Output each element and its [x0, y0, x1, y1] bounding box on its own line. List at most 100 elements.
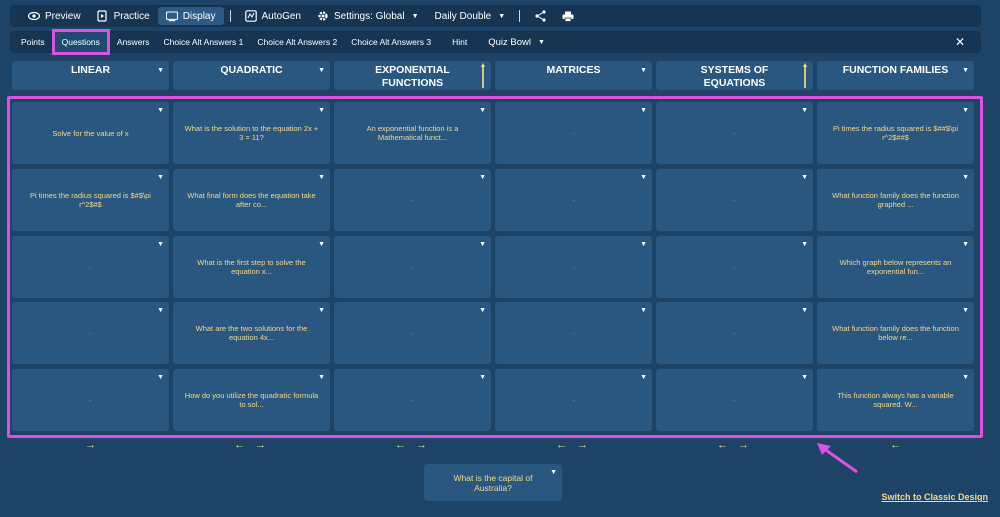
question-card[interactable]: An exponential function is a Mathematica…: [334, 102, 491, 164]
chevron-down-icon[interactable]: ▼: [962, 173, 969, 182]
tab-points[interactable]: Points: [14, 31, 52, 53]
chevron-down-icon[interactable]: ▼: [801, 173, 808, 182]
chevron-down-icon[interactable]: ▼: [479, 106, 486, 115]
question-card[interactable]: Pi times the radius squared is $#$\pi r^…: [12, 169, 169, 231]
arrow-left-icon[interactable]: ←: [890, 439, 901, 453]
question-card[interactable]: - ▼: [495, 169, 652, 231]
chevron-down-icon[interactable]: ▼: [318, 106, 325, 115]
chevron-down-icon[interactable]: ▼: [157, 173, 164, 182]
chevron-down-icon[interactable]: ▼: [962, 373, 969, 382]
question-card[interactable]: - ▼: [495, 102, 652, 164]
chevron-down-icon[interactable]: ▼: [318, 240, 325, 249]
chevron-down-icon[interactable]: ▼: [479, 373, 486, 382]
column-header-exponential[interactable]: EXPONENTIAL FUNCTIONS: [334, 61, 491, 90]
arrow-up-icon[interactable]: [481, 63, 485, 88]
chevron-down-icon[interactable]: ▼: [479, 173, 486, 182]
practice-button[interactable]: Practice: [89, 7, 158, 25]
tab-answers[interactable]: Answers: [110, 31, 157, 53]
chevron-down-icon[interactable]: ▼: [157, 306, 164, 315]
switch-to-classic-link[interactable]: Switch to Classic Design: [881, 492, 988, 502]
question-card[interactable]: Solve for the value of x ▼: [12, 102, 169, 164]
chevron-down-icon[interactable]: ▼: [801, 106, 808, 115]
question-card[interactable]: What function family does the function g…: [817, 169, 974, 231]
chevron-down-icon[interactable]: ▼: [640, 64, 647, 77]
arrow-right-icon[interactable]: →: [416, 439, 427, 453]
chevron-down-icon[interactable]: ▼: [318, 173, 325, 182]
question-card[interactable]: - ▼: [656, 236, 813, 298]
column-header-systems[interactable]: SYSTEMS OF EQUATIONS: [656, 61, 813, 90]
tab-choice-alt-3[interactable]: Choice Alt Answers 3: [344, 31, 438, 53]
question-card[interactable]: - ▼: [656, 169, 813, 231]
column-header-function-families[interactable]: FUNCTION FAMILIES ▼: [817, 61, 974, 90]
question-card[interactable]: What is the solution to the equation 2x …: [173, 102, 330, 164]
column-header-linear[interactable]: LINEAR ▼: [12, 61, 169, 90]
arrow-right-icon[interactable]: →: [577, 439, 588, 453]
chevron-down-icon[interactable]: ▼: [318, 373, 325, 382]
settings-dropdown[interactable]: Settings: Global ▼: [309, 7, 427, 25]
question-card[interactable]: - ▼: [12, 302, 169, 364]
chevron-down-icon[interactable]: ▼: [157, 106, 164, 115]
quiz-bowl-dropdown[interactable]: Quiz Bowl ▼: [474, 31, 552, 53]
final-question-card[interactable]: What is the capital of Australia? ▼: [424, 464, 562, 501]
share-button[interactable]: [526, 7, 554, 25]
chevron-down-icon[interactable]: ▼: [640, 306, 647, 315]
question-card[interactable]: Which graph below represents an exponent…: [817, 236, 974, 298]
chevron-down-icon[interactable]: ▼: [801, 240, 808, 249]
arrow-left-icon[interactable]: ←: [717, 439, 728, 453]
column-header-matrices[interactable]: MATRICES ▼: [495, 61, 652, 90]
question-card[interactable]: - ▼: [334, 369, 491, 431]
question-card[interactable]: What is the first step to solve the equa…: [173, 236, 330, 298]
display-button[interactable]: Display: [157, 7, 224, 25]
chevron-down-icon[interactable]: ▼: [157, 373, 164, 382]
preview-button[interactable]: Preview: [20, 7, 89, 25]
question-card[interactable]: - ▼: [12, 369, 169, 431]
question-card[interactable]: What function family does the function b…: [817, 302, 974, 364]
tab-choice-alt-2[interactable]: Choice Alt Answers 2: [250, 31, 344, 53]
tab-hint[interactable]: Hint: [438, 31, 474, 53]
question-card[interactable]: How do you utilize the quadratic formula…: [173, 369, 330, 431]
chevron-down-icon[interactable]: ▼: [640, 106, 647, 115]
column-header-quadratic[interactable]: QUADRATIC ▼: [173, 61, 330, 90]
question-card[interactable]: - ▼: [495, 369, 652, 431]
chevron-down-icon[interactable]: ▼: [962, 106, 969, 115]
chevron-down-icon[interactable]: ▼: [801, 306, 808, 315]
chevron-down-icon[interactable]: ▼: [962, 306, 969, 315]
chevron-down-icon[interactable]: ▼: [157, 64, 164, 77]
print-button[interactable]: [554, 7, 582, 25]
question-card[interactable]: - ▼: [334, 236, 491, 298]
question-card[interactable]: - ▼: [656, 302, 813, 364]
chevron-down-icon[interactable]: ▼: [640, 240, 647, 249]
arrow-right-icon[interactable]: →: [738, 439, 749, 453]
chevron-down-icon[interactable]: ▼: [479, 306, 486, 315]
arrow-up-icon[interactable]: [803, 63, 807, 88]
question-card[interactable]: What final form does the equation take a…: [173, 169, 330, 231]
chevron-down-icon[interactable]: ▼: [479, 240, 486, 249]
chevron-down-icon[interactable]: ▼: [801, 373, 808, 382]
close-icon[interactable]: ✕: [955, 35, 965, 49]
chevron-down-icon[interactable]: ▼: [962, 240, 969, 249]
question-card[interactable]: - ▼: [495, 236, 652, 298]
arrow-left-icon[interactable]: ←: [395, 439, 406, 453]
question-card[interactable]: What are the two solutions for the equat…: [173, 302, 330, 364]
chevron-down-icon[interactable]: ▼: [962, 64, 969, 77]
arrow-left-icon[interactable]: ←: [234, 439, 245, 453]
question-card[interactable]: This function always has a variable squa…: [817, 369, 974, 431]
chevron-down-icon[interactable]: ▼: [550, 468, 557, 478]
tab-questions[interactable]: Questions: [51, 29, 110, 55]
question-card[interactable]: - ▼: [334, 169, 491, 231]
arrow-right-icon[interactable]: →: [255, 439, 266, 453]
question-card[interactable]: - ▼: [12, 236, 169, 298]
autogen-button[interactable]: AutoGen: [237, 7, 309, 25]
chevron-down-icon[interactable]: ▼: [157, 240, 164, 249]
chevron-down-icon[interactable]: ▼: [640, 373, 647, 382]
question-card[interactable]: - ▼: [656, 102, 813, 164]
chevron-down-icon[interactable]: ▼: [318, 64, 325, 77]
question-card[interactable]: Pi times the radius squared is $##$\pi r…: [817, 102, 974, 164]
question-card[interactable]: - ▼: [495, 302, 652, 364]
arrow-left-icon[interactable]: ←: [556, 439, 567, 453]
question-card[interactable]: - ▼: [334, 302, 491, 364]
daily-double-dropdown[interactable]: Daily Double ▼: [427, 7, 514, 25]
arrow-right-icon[interactable]: →: [85, 439, 96, 453]
tab-choice-alt-1[interactable]: Choice Alt Answers 1: [157, 31, 251, 53]
chevron-down-icon[interactable]: ▼: [318, 306, 325, 315]
